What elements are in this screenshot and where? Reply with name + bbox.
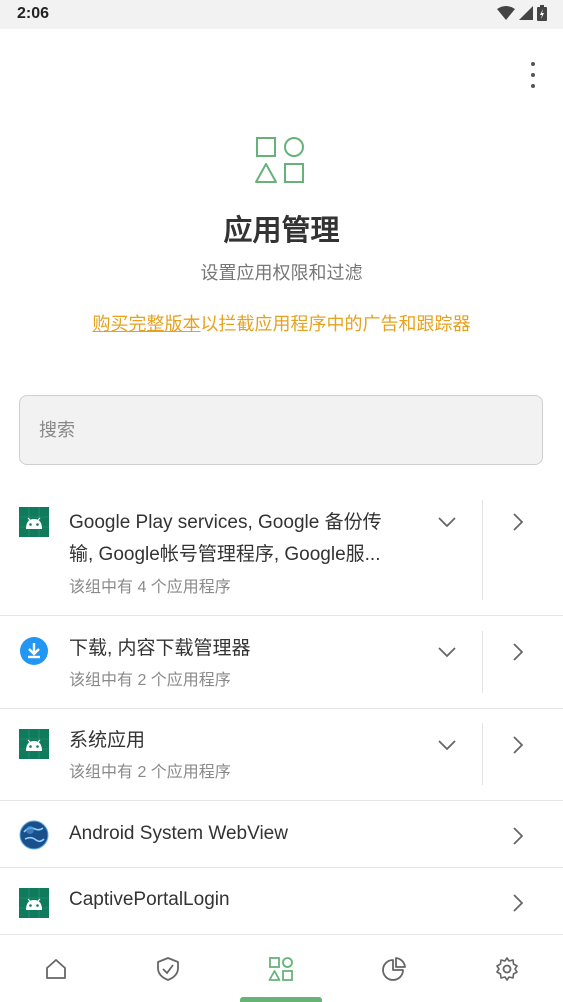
- list-item[interactable]: CaptivePortalLogin: [0, 868, 563, 935]
- download-icon: [20, 637, 48, 665]
- chevron-right-icon: [513, 894, 523, 912]
- group-count: 该组中有 2 个应用程序: [69, 764, 231, 781]
- status-icons: [497, 5, 547, 21]
- promo-text: 购买完整版本以拦截应用程序中的广告和跟踪器: [0, 310, 563, 336]
- list-item[interactable]: 下载, 内容下载管理器 该组中有 2 个应用程序: [0, 616, 563, 709]
- chevron-right-icon: [513, 513, 523, 531]
- chevron-down-icon: [438, 517, 456, 527]
- divider: [482, 631, 483, 693]
- group-title-line-1: Google Play services, Google 备份传: [69, 512, 382, 533]
- status-bar: 2:06: [0, 0, 563, 29]
- open-group-button[interactable]: [506, 510, 530, 534]
- active-tab-indicator: [240, 997, 322, 1002]
- bottom-nav: [0, 936, 563, 1002]
- webview-globe-icon: [19, 820, 49, 850]
- page-title: 应用管理: [223, 215, 340, 247]
- android-icon: [19, 888, 49, 918]
- nav-home[interactable]: [0, 936, 112, 1002]
- divider: [482, 723, 483, 785]
- expand-group-button[interactable]: [432, 510, 462, 534]
- chevron-down-icon: [438, 647, 456, 657]
- gear-icon: [496, 957, 518, 981]
- pie-chart-icon: [382, 957, 406, 981]
- open-app-button[interactable]: [506, 891, 530, 915]
- group-title: 系统应用: [69, 730, 146, 751]
- signal-icon: [519, 6, 533, 20]
- android-icon: [19, 729, 49, 759]
- chevron-right-icon: [513, 643, 523, 661]
- group-count: 该组中有 2 个应用程序: [69, 672, 231, 689]
- apps-icon: [268, 957, 293, 981]
- expand-group-button[interactable]: [432, 640, 462, 664]
- apps-hero-icon: [255, 137, 304, 183]
- nav-statistics[interactable]: [338, 936, 450, 1002]
- expand-group-button[interactable]: [432, 733, 462, 757]
- chevron-right-icon: [513, 827, 523, 845]
- open-group-button[interactable]: [506, 733, 530, 757]
- group-count: 该组中有 4 个应用程序: [69, 579, 231, 596]
- search-input[interactable]: [20, 396, 542, 464]
- page-subtitle: 设置应用权限和过滤: [200, 263, 363, 283]
- list-item[interactable]: Google Play services, Google 备份传 输, Goog…: [0, 490, 563, 616]
- home-icon: [46, 959, 66, 979]
- list-item[interactable]: Android System WebView: [0, 801, 563, 868]
- list-item[interactable]: 系统应用 该组中有 2 个应用程序: [0, 709, 563, 801]
- wifi-icon: [497, 6, 515, 20]
- open-group-button[interactable]: [506, 640, 530, 664]
- android-icon: [19, 507, 49, 537]
- open-app-button[interactable]: [506, 824, 530, 848]
- group-title-line-2: 输, Google帐号管理程序, Google服...: [69, 544, 381, 565]
- battery-icon: [537, 5, 547, 21]
- promo-description: 以拦截应用程序中的广告和跟踪器: [200, 314, 471, 334]
- group-title: 下载, 内容下载管理器: [69, 638, 251, 659]
- buy-full-version-link[interactable]: 购买完整版本: [93, 314, 201, 334]
- more-options-icon[interactable]: [528, 62, 538, 88]
- shield-icon: [157, 957, 179, 981]
- search-field[interactable]: [19, 395, 543, 465]
- app-title: CaptivePortalLogin: [69, 889, 230, 910]
- divider: [482, 500, 483, 600]
- chevron-right-icon: [513, 736, 523, 754]
- nav-settings[interactable]: [451, 936, 563, 1002]
- app-title: Android System WebView: [69, 823, 288, 844]
- nav-apps[interactable]: [225, 936, 337, 1002]
- nav-protection[interactable]: [112, 936, 224, 1002]
- status-time: 2:06: [17, 5, 50, 22]
- chevron-down-icon: [438, 740, 456, 750]
